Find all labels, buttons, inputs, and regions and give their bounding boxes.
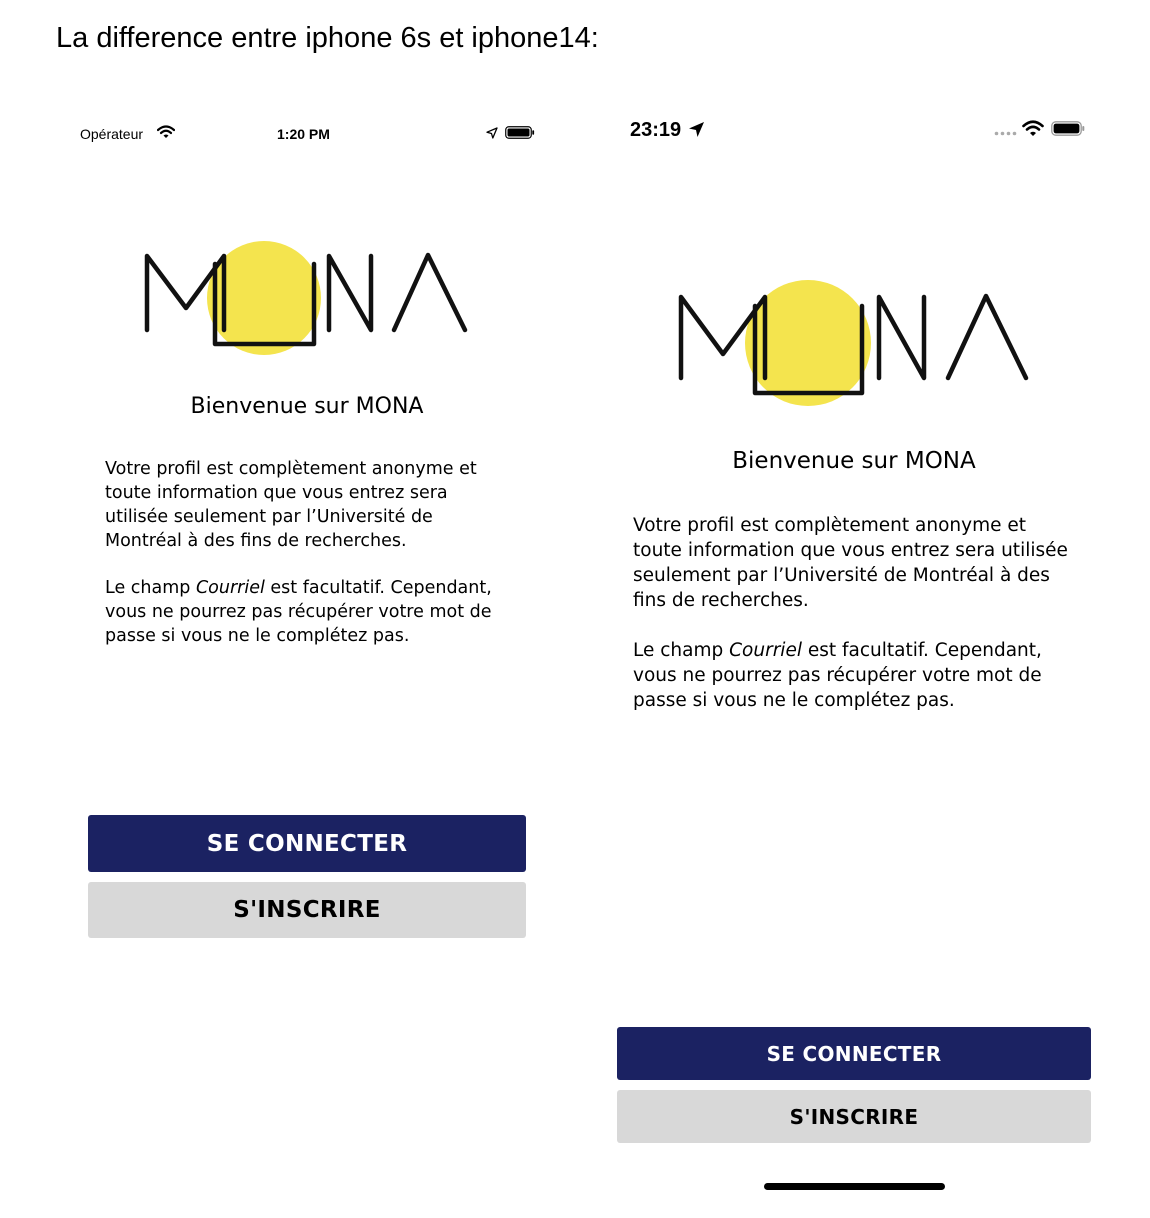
- email-note-paragraph: Le champ Courriel est facultatif. Cepend…: [633, 638, 1068, 713]
- location-arrow-icon: [486, 127, 498, 139]
- signal-dots-icon: [994, 131, 1017, 136]
- welcome-title: Bienvenue sur MONA: [190, 394, 424, 419]
- email-note-text-start: Le champ: [633, 640, 730, 661]
- email-note-text-start: Le champ: [105, 578, 196, 598]
- login-button[interactable]: SE CONNECTER: [88, 815, 526, 872]
- email-note-paragraph: Le champ Courriel est facultatif. Cepend…: [105, 576, 515, 648]
- battery-icon: [1051, 121, 1085, 136]
- email-field-name: Courriel: [195, 578, 265, 598]
- register-button[interactable]: S'INSCRIRE: [617, 1090, 1091, 1143]
- mona-logo: [140, 238, 472, 358]
- carrier-label: Opérateur: [80, 126, 144, 142]
- page-heading: La difference entre iphone 6s et iphone1…: [56, 22, 599, 54]
- email-field-name: Courriel: [729, 640, 802, 661]
- status-time: 1:20 PM: [277, 126, 330, 142]
- privacy-paragraph: Votre profil est complètement anonyme et…: [633, 515, 1068, 611]
- wifi-icon: [1022, 120, 1044, 137]
- home-indicator[interactable]: [764, 1183, 945, 1190]
- battery-icon: [505, 126, 535, 139]
- wifi-icon: [157, 125, 175, 139]
- status-time: 23:19: [630, 119, 682, 141]
- login-button[interactable]: SE CONNECTER: [617, 1027, 1091, 1080]
- mona-logo: [673, 278, 1033, 410]
- location-arrow-icon: [688, 121, 705, 138]
- register-button[interactable]: S'INSCRIRE: [88, 882, 526, 938]
- privacy-paragraph: Votre profil est complètement anonyme et…: [105, 459, 477, 551]
- welcome-title: Bienvenue sur MONA: [732, 448, 976, 474]
